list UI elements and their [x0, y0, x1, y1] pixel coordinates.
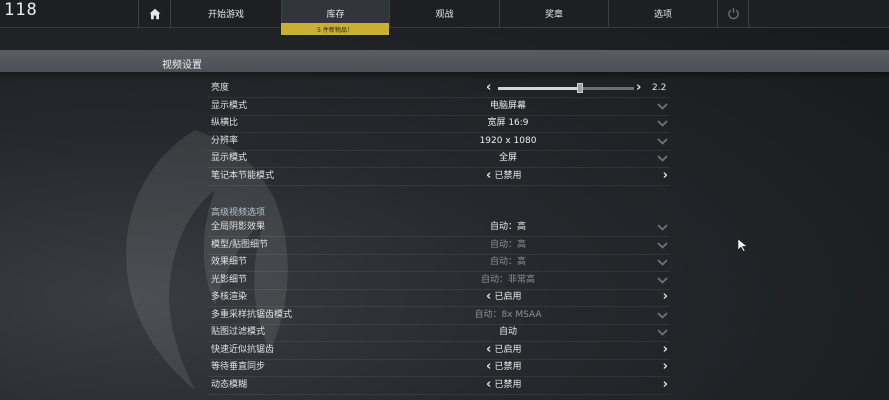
setting-label: 纵横比	[211, 118, 239, 128]
setting-label: 快速近似抗锯齿	[211, 344, 275, 355]
mouse-cursor-icon	[737, 238, 748, 252]
home-button[interactable]	[138, 0, 170, 27]
chevron-right-icon[interactable]: ›	[663, 342, 668, 358]
setting-label: 亮度	[211, 83, 230, 93]
chevron-left-icon[interactable]: ‹	[486, 377, 491, 393]
setting-row[interactable]: 效果细节 自动：高	[208, 254, 670, 272]
chevron-down-icon	[657, 329, 668, 336]
setting-label: 全局阴影效果	[211, 222, 266, 232]
chevron-left-icon[interactable]: ‹	[486, 80, 491, 96]
chevron-down-icon	[657, 311, 668, 319]
setting-row[interactable]: 全局阴影效果 自动：高	[208, 219, 670, 237]
setting-label: 分辨率	[211, 135, 239, 146]
chevron-right-icon[interactable]: ›	[663, 168, 668, 184]
chevron-right-icon[interactable]: ›	[663, 359, 668, 375]
setting-label: 多核渲染	[211, 292, 248, 302]
setting-value: 已禁用	[494, 379, 522, 390]
section-header-band	[0, 50, 889, 72]
setting-value: 自动：高	[489, 222, 526, 232]
setting-value: 自动：8x MSAA	[474, 309, 542, 320]
setting-row[interactable]: 等待垂直同步 已禁用 ‹ ›	[208, 359, 670, 377]
setting-value: 自动：非常高	[480, 274, 535, 285]
slider-fill	[498, 87, 580, 90]
setting-value: 宽屏 16:9	[487, 118, 529, 128]
setting-row[interactable]: 亮度 ‹ › 2.2	[208, 80, 670, 98]
setting-label: 模型/贴图细节	[211, 239, 269, 250]
setting-value: 全屏	[498, 153, 517, 163]
chevron-down-icon	[657, 259, 668, 266]
setting-value: 已禁用	[494, 362, 522, 372]
chevron-down-icon	[657, 120, 668, 127]
chevron-down-icon	[657, 241, 668, 249]
nav-watch[interactable]: 观战	[389, 0, 499, 27]
slider-thumb[interactable]	[576, 83, 583, 93]
setting-row[interactable]: 显示模式 全屏	[208, 150, 670, 168]
nav-options[interactable]: 选项	[608, 0, 717, 27]
band-shadow	[0, 72, 889, 80]
power-button[interactable]	[717, 0, 749, 27]
setting-row[interactable]: 纵横比 宽屏 16:9	[208, 115, 670, 133]
setting-row[interactable]: 动态模糊 已禁用 ‹ ›	[208, 377, 670, 395]
setting-label: 等待垂直同步	[211, 362, 266, 372]
setting-label: 多重采样抗锯齿模式	[211, 309, 293, 320]
top-nav-bar: 118 开始游戏 库存 观战 奖章 选项	[0, 0, 889, 28]
setting-row[interactable]: 快速近似抗锯齿 已启用 ‹ ›	[208, 342, 670, 360]
nav-play[interactable]: 开始游戏	[170, 0, 281, 27]
chevron-right-icon[interactable]: ›	[663, 289, 668, 305]
setting-row[interactable]: 显示模式 电脑屏幕	[208, 98, 670, 116]
chevron-down-icon	[657, 155, 668, 162]
home-icon	[149, 8, 160, 19]
new-items-badge[interactable]: 5 件新物品！	[281, 23, 389, 35]
power-icon	[727, 7, 739, 20]
setting-row[interactable]: 多重采样抗锯齿模式 自动：8x MSAA	[208, 307, 670, 325]
setting-label: 光影细节	[211, 274, 248, 285]
setting-label: 效果细节	[211, 257, 248, 267]
chevron-left-icon[interactable]: ‹	[486, 168, 491, 184]
chevron-left-icon[interactable]: ‹	[486, 359, 491, 375]
setting-value: 已启用	[494, 344, 522, 355]
setting-value: 已启用	[494, 292, 522, 302]
chevron-down-icon	[657, 276, 668, 284]
setting-value: 1920 x 1080	[479, 135, 537, 146]
setting-row[interactable]: 光影细节 自动：非常高	[208, 272, 670, 290]
setting-value: 自动：高	[489, 239, 526, 250]
advanced-section-title: 高级视频选项	[211, 208, 266, 218]
setting-label: 贴图过滤模式	[211, 327, 266, 337]
setting-value: 已禁用	[494, 170, 522, 181]
setting-row[interactable]: 贴图过滤模式 自动	[208, 324, 670, 342]
chevron-left-icon[interactable]: ‹	[486, 342, 491, 358]
setting-label: 显示模式	[211, 100, 248, 111]
chevron-down-icon	[657, 102, 668, 110]
setting-value: 自动：高	[489, 257, 526, 267]
setting-row[interactable]: 笔记本节能模式 已禁用 ‹ ›	[208, 168, 670, 186]
setting-label: 显示模式	[211, 153, 248, 163]
setting-value: 自动	[498, 327, 517, 337]
setting-label: 动态模糊	[211, 379, 248, 390]
fps-counter: 118	[4, 0, 38, 20]
section-title: 视频设置	[162, 60, 202, 71]
chevron-right-icon[interactable]: ›	[663, 377, 668, 393]
nav-medals[interactable]: 奖章	[499, 0, 608, 27]
chevron-right-icon[interactable]: ›	[636, 80, 641, 96]
setting-row[interactable]: 多核渲染 已启用 ‹ ›	[208, 289, 670, 307]
setting-row[interactable]: 分辨率 1920 x 1080	[208, 133, 670, 151]
chevron-left-icon[interactable]: ‹	[486, 289, 491, 305]
slider-value: 2.2	[652, 83, 667, 93]
setting-label: 笔记本节能模式	[211, 170, 275, 181]
chevron-down-icon	[657, 137, 668, 145]
chevron-down-icon	[657, 224, 668, 231]
setting-row[interactable]: 模型/贴图细节 自动：高	[208, 237, 670, 255]
setting-value: 电脑屏幕	[489, 100, 526, 111]
